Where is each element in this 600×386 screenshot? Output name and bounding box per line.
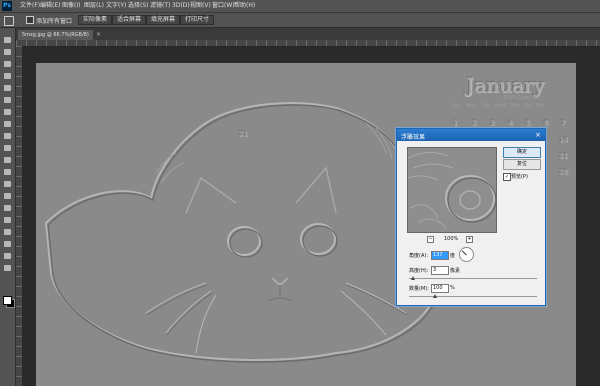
foreground-color-swatch[interactable] [3, 296, 12, 305]
dialog-title-bar[interactable]: 浮雕效果 × [397, 129, 545, 141]
preview-label: 预览(P) [511, 174, 528, 180]
calendar-day: 1 [453, 119, 458, 127]
all-windows-checkbox[interactable] [26, 16, 34, 24]
hand-tool-icon[interactable] [3, 252, 12, 260]
height-input[interactable]: 3 [431, 266, 449, 275]
print-size-button[interactable]: 打印尺寸 [180, 15, 215, 25]
menu-select[interactable]: 选择(S) [128, 2, 149, 10]
menu-bar: Ps 文件(F) 编辑(E) 图像(I) 图层(L) 文字(Y) 选择(S) 滤… [0, 0, 600, 13]
amount-slider-thumb[interactable] [432, 294, 437, 298]
calendar-day: 5 [526, 119, 531, 127]
dodge-tool-icon[interactable] [3, 192, 12, 200]
options-bar: 添加所有窗口 实际像素 适合屏幕 填充屏幕 打印尺寸 [0, 13, 600, 28]
height-slider[interactable] [409, 276, 537, 280]
preview-checkbox[interactable]: ✓ [503, 173, 511, 181]
angle-dial[interactable] [459, 247, 474, 262]
ok-button[interactable]: 确定 [503, 147, 541, 158]
brush-tool-icon[interactable] [3, 120, 12, 128]
angle-indicator [461, 250, 467, 256]
photoshop-logo: Ps [2, 1, 12, 11]
fill-screen-button[interactable]: 填充屏幕 [146, 15, 181, 25]
menu-layer[interactable]: 图层(L) [84, 2, 104, 10]
filter-preview[interactable] [407, 147, 497, 233]
move-tool-icon[interactable] [3, 36, 12, 44]
reset-button[interactable]: 复位 [503, 159, 541, 170]
weekday-label: Mon [465, 103, 477, 109]
close-icon[interactable]: × [535, 131, 541, 139]
menu-window[interactable]: 窗口(W) [212, 2, 235, 10]
calendar-month: January [466, 73, 545, 97]
close-icon[interactable]: × [96, 30, 101, 40]
history-brush-tool-icon[interactable] [3, 144, 12, 152]
zoom-tool-icon[interactable] [3, 264, 12, 272]
quick-select-tool-icon[interactable] [3, 72, 12, 80]
amount-unit: % [450, 285, 455, 291]
calendar-day: 2 [472, 119, 477, 127]
path-select-tool-icon[interactable] [3, 228, 12, 236]
weekday-label: Fri [524, 103, 531, 109]
amount-label: 数量(M): [409, 286, 429, 292]
actual-pixels-button[interactable]: 实际像素 [78, 15, 113, 25]
shape-tool-icon[interactable] [3, 240, 12, 248]
menu-help[interactable]: 帮助(H) [234, 2, 255, 10]
crop-tool-icon[interactable] [3, 84, 12, 92]
marquee-tool-icon[interactable] [3, 48, 12, 56]
blur-tool-icon[interactable] [3, 180, 12, 188]
eraser-tool-icon[interactable] [3, 156, 12, 164]
pen-tool-icon[interactable] [3, 204, 12, 212]
angle-unit: 度 [450, 253, 456, 259]
eyedropper-tool-icon[interactable] [3, 96, 12, 104]
amount-slider[interactable] [409, 294, 537, 298]
menu-3d[interactable]: 3D(D) [172, 2, 190, 10]
calendar-day: 4 [508, 119, 513, 127]
tools-panel [0, 28, 16, 386]
menu-edit[interactable]: 编辑(E) [40, 2, 60, 10]
angle-label: 角度(A): [409, 253, 429, 259]
calendar-weekdays: Sun Mon Tue Wed Thu Fri Sat [451, 103, 544, 109]
zoom-out-button[interactable]: − [427, 236, 434, 243]
document-tab-bar: 5mzg.jpg @ 66.7%(RGB/8) × [16, 28, 600, 40]
menu-image[interactable]: 图像(I) [62, 2, 80, 10]
height-label: 高度(H): [409, 268, 429, 274]
weekday-label: Thu [510, 103, 520, 109]
dialog-title: 浮雕效果 [401, 134, 426, 141]
calendar-day: 14 [559, 136, 568, 144]
fit-screen-button[interactable]: 适合屏幕 [112, 15, 147, 25]
angle-input[interactable]: 137 [431, 251, 449, 260]
height-slider-thumb[interactable] [410, 276, 415, 280]
calendar-day: 6 [544, 119, 549, 127]
zoom-level: 100% [444, 236, 459, 242]
zoom-in-button[interactable]: + [466, 236, 473, 243]
amount-input[interactable]: 100 [431, 284, 449, 293]
healing-brush-tool-icon[interactable] [3, 108, 12, 116]
menu-filter[interactable]: 滤镜(T) [150, 2, 170, 10]
all-windows-label: 添加所有窗口 [36, 18, 73, 25]
weekday-label: Sat [535, 103, 545, 109]
calendar-day: 28 [559, 168, 568, 176]
calendar-day: 3 [490, 119, 495, 127]
gradient-tool-icon[interactable] [3, 168, 12, 176]
weekday-label: Tue [481, 103, 490, 109]
calendar-day: 7 [561, 119, 566, 127]
menu-type[interactable]: 文字(Y) [106, 2, 126, 10]
calendar-day: 21 [559, 152, 568, 160]
menu-file[interactable]: 文件(F) [20, 2, 40, 10]
document-tab[interactable]: 5mzg.jpg @ 66.7%(RGB/8) [18, 30, 93, 40]
lasso-tool-icon[interactable] [3, 60, 12, 68]
calendar-day: 21 [239, 130, 248, 138]
calendar-subtitle: 2015 Calendar [503, 95, 540, 101]
type-tool-icon[interactable] [3, 216, 12, 224]
weekday-label: Wed [494, 103, 506, 109]
zoom-tool-icon[interactable] [4, 16, 14, 26]
weekday-label: Sun [451, 103, 461, 109]
menu-view[interactable]: 视图(V) [190, 2, 211, 10]
emboss-dialog: 浮雕效果 × 确定 复位 ✓ 预览(P) − 100% + 角度(A): 137… [396, 128, 546, 306]
clone-stamp-tool-icon[interactable] [3, 132, 12, 140]
height-unit: 像素 [450, 268, 461, 274]
preview-drawing [408, 148, 496, 232]
